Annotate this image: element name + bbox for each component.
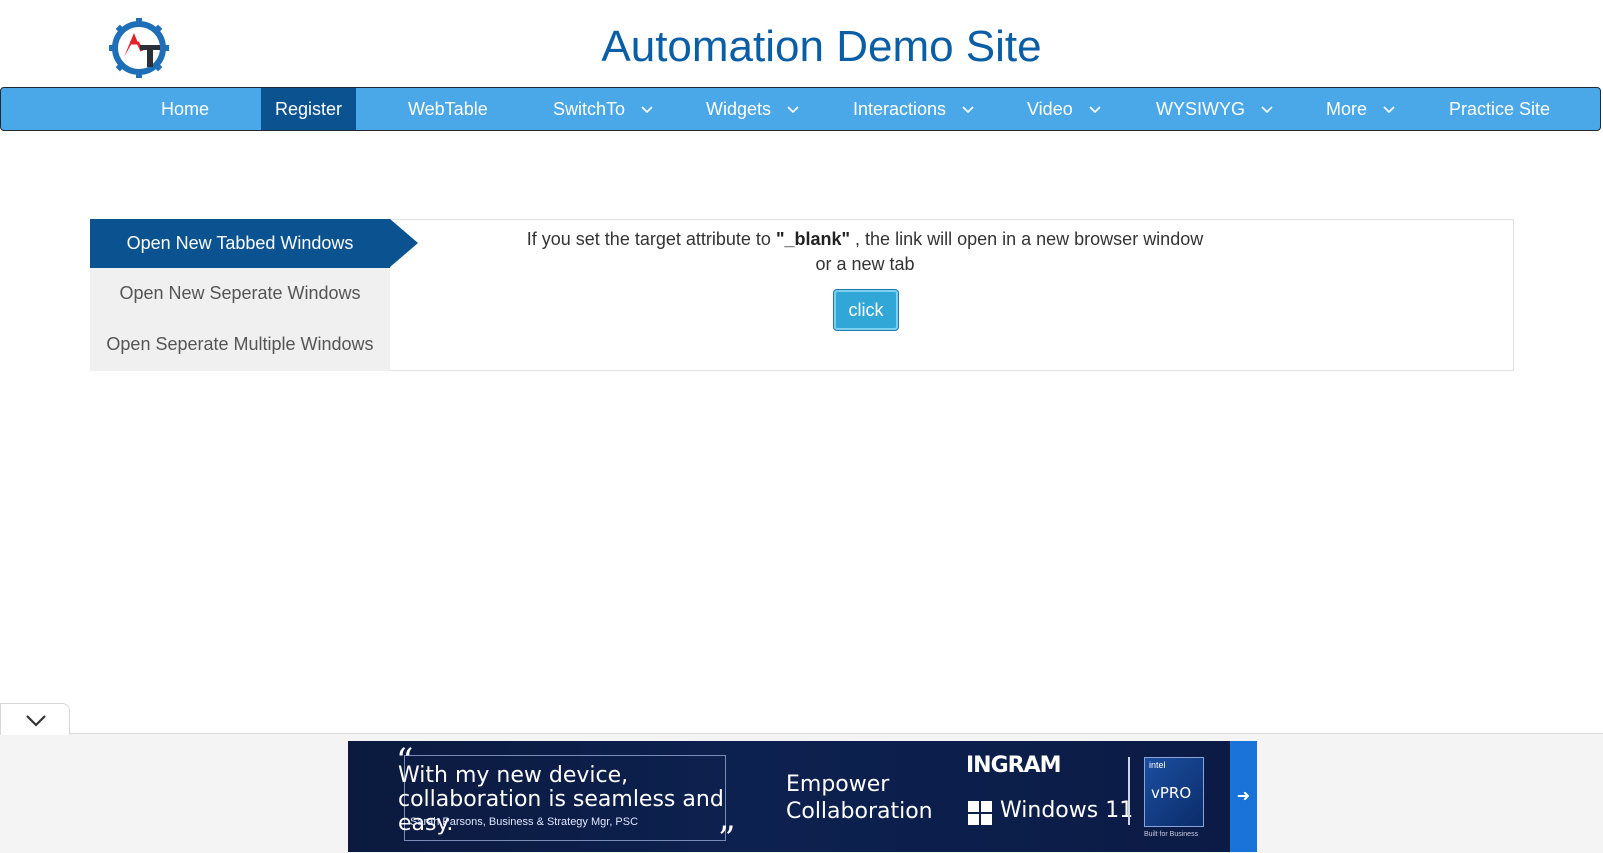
nav-item-label: Practice Site [1449, 99, 1551, 119]
nav-item-label: Interactions [853, 99, 947, 119]
built-for-business-text: Built for Business [1144, 831, 1199, 838]
chevron-down-icon [787, 106, 799, 114]
close-quote-mark: ” [718, 819, 736, 852]
chevron-down-icon [1383, 106, 1395, 114]
nav-item-label: WYSIWYG [1156, 99, 1245, 119]
nav-item-practice-site[interactable]: Practice Site [1449, 88, 1550, 130]
intel-vpro-badge: intel vPRO [1144, 757, 1204, 827]
tab-open-new-seperate-windows[interactable]: Open New Seperate Windows [90, 269, 390, 318]
nav-item-home[interactable]: Home [161, 88, 209, 130]
description-text: If you set the target attribute to "_bla… [520, 227, 1210, 277]
click-button[interactable]: click [833, 289, 899, 331]
nav-item-label: More [1326, 99, 1368, 119]
nav-item-more[interactable]: More [1326, 88, 1395, 130]
ingram-logo: INGRAM [966, 753, 1062, 778]
ad-headline: Empower Collaboration [786, 771, 933, 825]
nav-item-label: WebTable [408, 99, 488, 119]
chevron-down-icon [1261, 106, 1273, 114]
desc-after: , the link will open in a new browser wi… [815, 229, 1204, 274]
nav-item-switchto[interactable]: SwitchTo [553, 88, 653, 130]
desc-bold: "_blank" [775, 229, 851, 249]
active-tab-arrow [390, 219, 418, 267]
intel-text: intel [1149, 760, 1166, 770]
chevron-down-icon [962, 106, 974, 114]
tab-label: Open Seperate Multiple Windows [106, 334, 374, 354]
ad-divider [1128, 757, 1130, 825]
desc-before: If you set the target attribute to [526, 229, 771, 249]
main-navbar: Home Register WebTable SwitchTo Widgets … [0, 87, 1601, 131]
nav-item-label: Video [1027, 99, 1073, 119]
nav-item-register[interactable]: Register [261, 88, 356, 130]
tab-open-new-tabbed-windows[interactable]: Open New Tabbed Windows [90, 219, 418, 268]
ad-collapse-button[interactable] [0, 703, 70, 735]
site-title-text: Automation Demo Site [601, 22, 1042, 71]
advertisement-banner[interactable]: “ With my new device, collaboration is s… [348, 741, 1230, 852]
nav-item-widgets[interactable]: Widgets [706, 88, 799, 130]
nav-item-video[interactable]: Video [1027, 88, 1101, 130]
chevron-down-icon [26, 715, 46, 727]
tab-open-seperate-multiple-windows[interactable]: Open Seperate Multiple Windows [90, 320, 390, 369]
vpro-text: vPRO [1151, 784, 1192, 802]
tab-label: Open New Tabbed Windows [126, 233, 354, 253]
ad-headline-line2: Collaboration [786, 799, 933, 824]
ad-headline-line1: Empower [786, 772, 890, 797]
tab-label: Open New Seperate Windows [119, 283, 361, 303]
nav-item-label: Home [161, 99, 210, 119]
nav-item-label: Register [274, 99, 343, 119]
nav-item-label: SwitchTo [553, 99, 626, 119]
nav-item-webtable[interactable]: WebTable [408, 88, 488, 130]
ad-attribution: Sarah Parsons, Business & Strategy Mgr, … [410, 816, 639, 828]
ad-next-arrow-icon[interactable]: ➜ [1230, 741, 1257, 852]
nav-item-wysiwyg[interactable]: WYSIWYG [1156, 88, 1273, 130]
windows-logo-icon [968, 801, 992, 825]
nav-item-label: Widgets [706, 99, 772, 119]
nav-item-interactions[interactable]: Interactions [853, 88, 974, 130]
site-title: Automation Demo Site [0, 22, 1603, 72]
windows-11-text: Windows 11 [1000, 798, 1134, 823]
window-type-tabs: Open New Tabbed Windows Open New Seperat… [90, 219, 418, 371]
chevron-down-icon [641, 106, 653, 114]
chevron-down-icon [1089, 106, 1101, 114]
